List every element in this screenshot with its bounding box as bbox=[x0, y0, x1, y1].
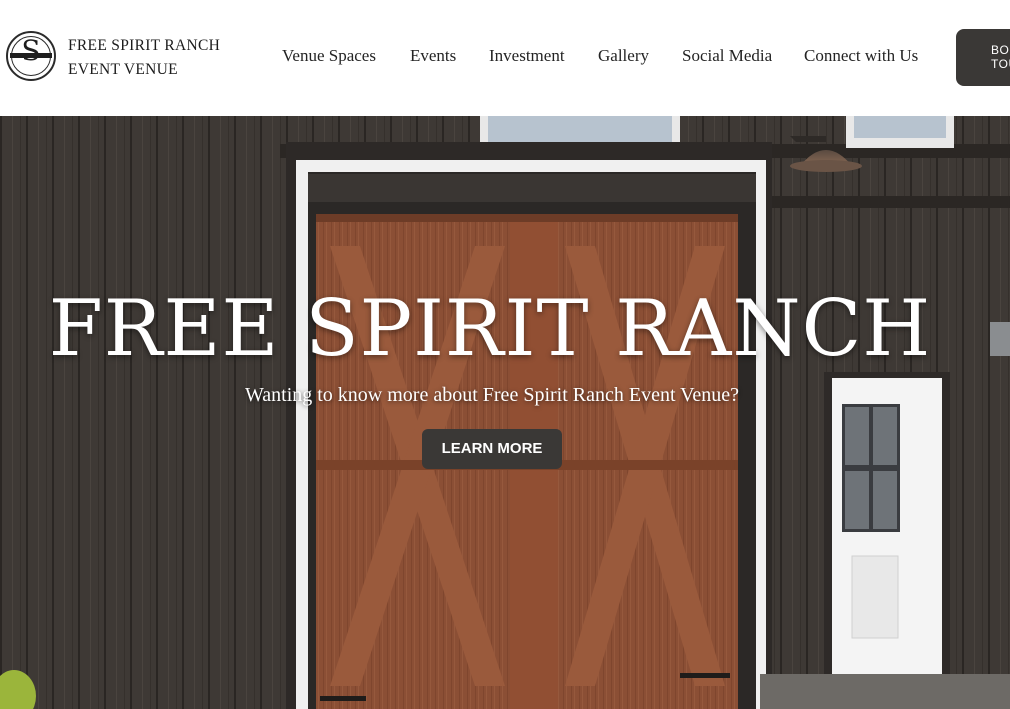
hero-title: FREE SPIRIT RANCH bbox=[48, 284, 932, 374]
nav-social-media[interactable]: Social Media bbox=[682, 45, 772, 67]
garage-door-header bbox=[308, 174, 756, 202]
brand-name-line2: EVENT VENUE bbox=[68, 61, 178, 78]
learn-more-button[interactable]: LEARN MORE bbox=[422, 429, 562, 469]
brand-logo[interactable]: S bbox=[6, 31, 56, 81]
logo-letter: S bbox=[21, 34, 41, 67]
barn-background-image bbox=[0, 116, 1010, 709]
brand-name[interactable]: FREE SPIRIT RANCH EVENT VENUE bbox=[68, 34, 220, 82]
site-header: S FREE SPIRIT RANCH EVENT VENUE Venue Sp… bbox=[0, 0, 1010, 116]
book-tour-label-line1: BO bbox=[991, 43, 1010, 57]
book-tour-label-line2: TOU bbox=[991, 57, 1010, 71]
door-hinge-left bbox=[320, 696, 366, 701]
nav-gallery[interactable]: Gallery bbox=[598, 45, 649, 67]
side-trim bbox=[770, 196, 1010, 208]
lamp-arm bbox=[790, 136, 826, 142]
hero-subtitle: Wanting to know more about Free Spirit R… bbox=[244, 384, 740, 406]
book-tour-button[interactable]: BO TOU bbox=[956, 29, 1010, 86]
wall-light bbox=[990, 322, 1010, 356]
nav-connect-with-us[interactable]: Connect with Us bbox=[804, 45, 918, 67]
nav-venue-spaces[interactable]: Venue Spaces bbox=[282, 45, 376, 67]
nav-events[interactable]: Events bbox=[410, 45, 456, 67]
nav-investment[interactable]: Investment bbox=[489, 45, 565, 67]
door-hinge-right bbox=[680, 673, 730, 678]
brand-name-line1: FREE SPIRIT RANCH bbox=[68, 37, 221, 54]
hero-section: FREE SPIRIT RANCH Wanting to know more a… bbox=[0, 116, 1010, 709]
stone-path bbox=[760, 674, 1010, 709]
